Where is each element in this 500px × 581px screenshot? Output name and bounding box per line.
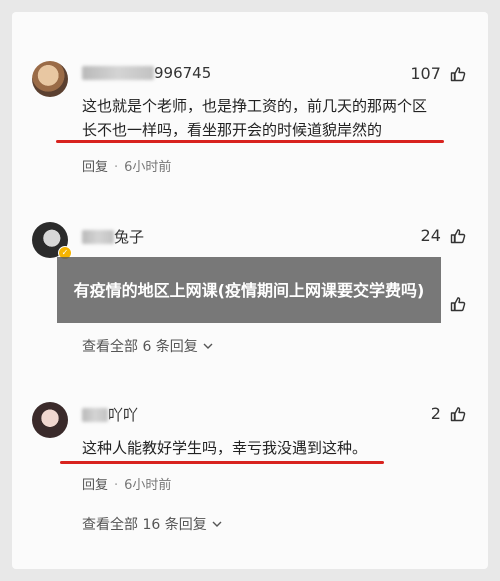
comment-meta: 回复 · 6小时前 [82, 160, 172, 175]
avatar[interactable] [32, 61, 68, 97]
highlight-underline [56, 140, 444, 143]
like-button[interactable]: 107 [410, 64, 466, 83]
avatar[interactable] [32, 402, 68, 438]
like-button[interactable]: 24 [421, 226, 466, 245]
timestamp: 6小时前 [124, 478, 172, 493]
comment-meta: 回复 · 6小时前 [82, 478, 172, 493]
like-count: 107 [410, 64, 441, 83]
username[interactable]: 兔子 [82, 226, 144, 247]
like-count: 2 [430, 404, 441, 423]
timestamp: 6小时前 [124, 160, 172, 175]
thumbs-up-icon [450, 67, 466, 82]
like-button[interactable]: 2 [431, 404, 466, 423]
username[interactable]: 996745 [82, 64, 211, 82]
username[interactable]: 吖吖 [82, 404, 138, 425]
overlay-title: 有疫情的地区上网课(疫情期间上网课要交学费吗) [73, 280, 425, 300]
thumbs-up-icon[interactable] [446, 294, 466, 313]
chevron-down-icon [203, 343, 213, 349]
view-all-replies[interactable]: 查看全部 6 条回复 [82, 336, 214, 356]
highlight-underline [60, 461, 384, 464]
like-count: 24 [420, 226, 441, 245]
article-title-overlay: 有疫情的地区上网课(疫情期间上网课要交学费吗) [57, 257, 441, 323]
reply-button[interactable]: 回复 [82, 478, 108, 493]
view-all-replies[interactable]: 查看全部 16 条回复 [82, 514, 223, 534]
thumbs-up-icon [450, 407, 466, 422]
thumbs-up-icon [450, 229, 466, 244]
chevron-down-icon [212, 521, 222, 527]
comment-text: 这种人能教好学生吗，幸亏我没遇到这种。 [82, 439, 368, 457]
comment-text: 这也就是个老师，也是挣工资的，前几天的那两个区 长不也一样吗，看坐那开会的时候道… [82, 97, 428, 139]
reply-button[interactable]: 回复 [82, 160, 108, 175]
